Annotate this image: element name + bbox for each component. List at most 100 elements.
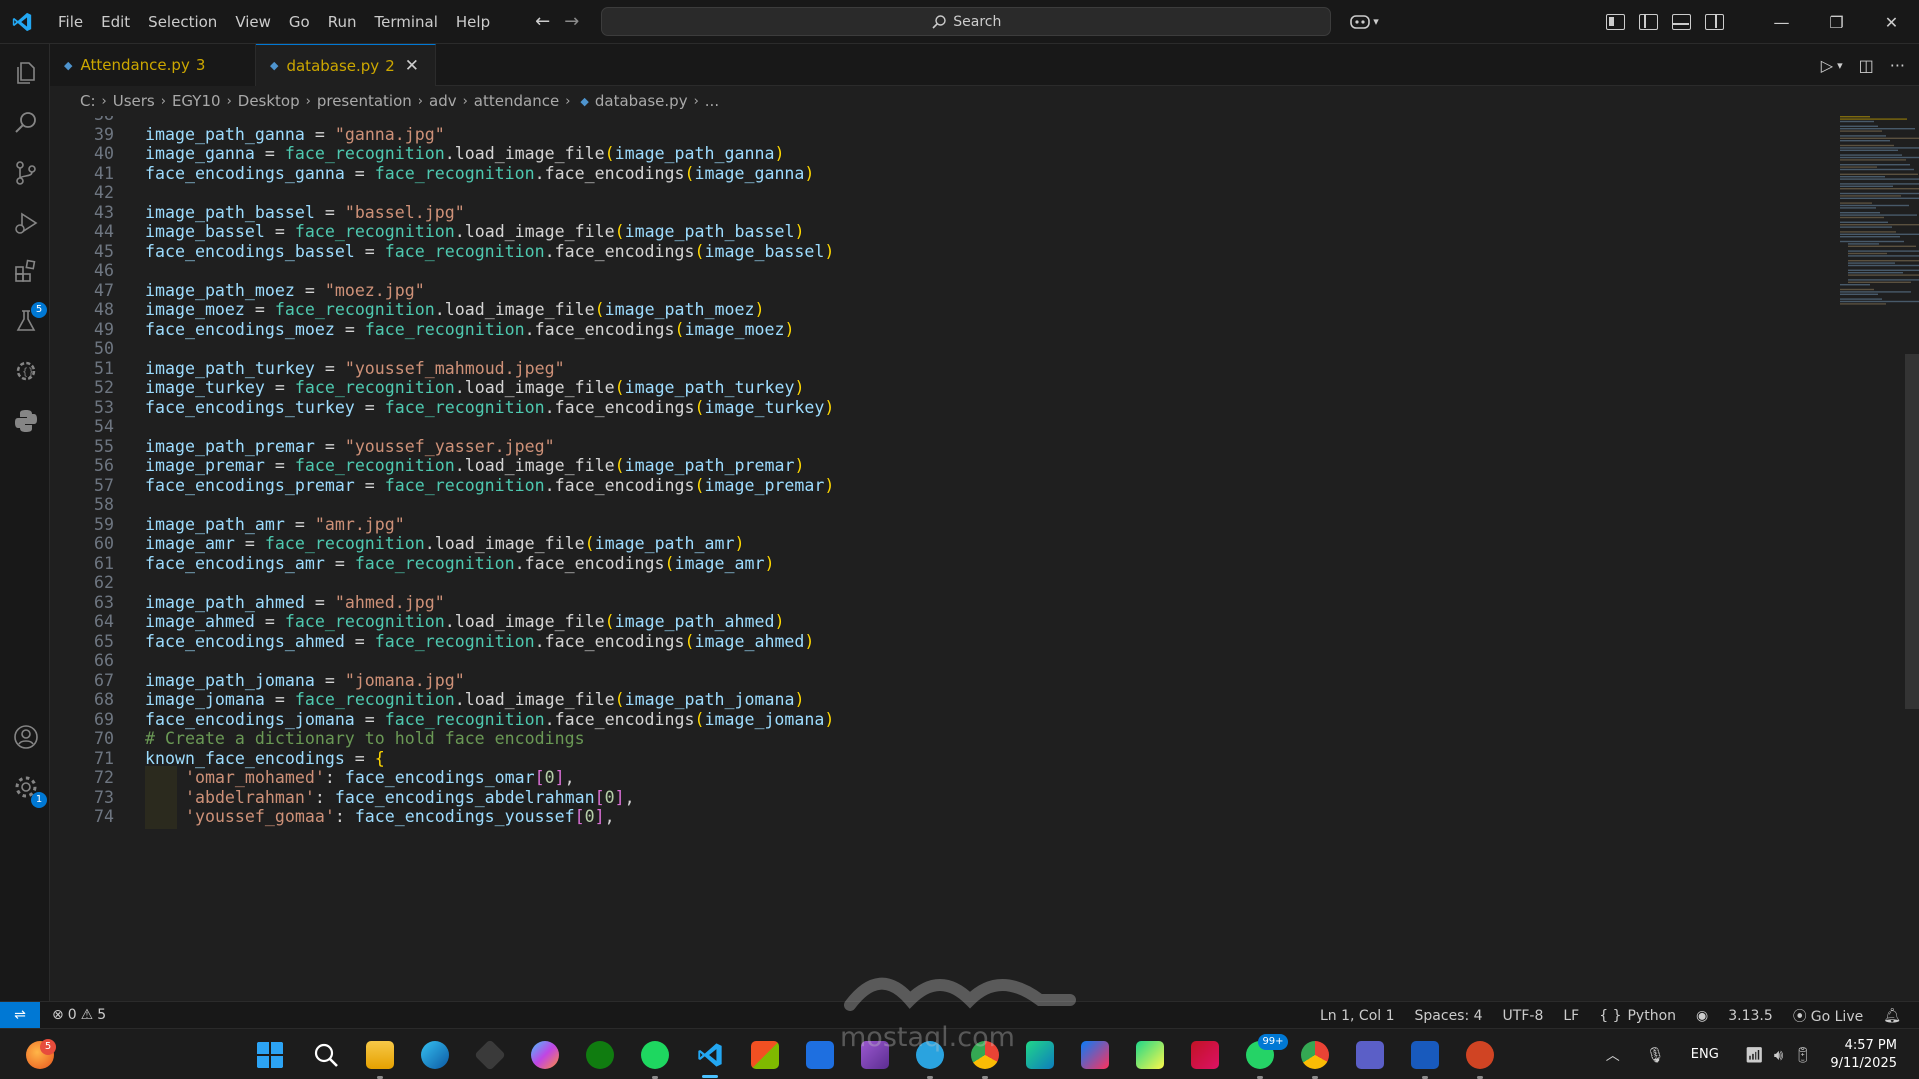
microphone-icon[interactable]: 🎙︎ [1646,1046,1665,1064]
toggle-secondary-sidebar-icon[interactable] [1705,14,1724,30]
python-file-icon: ◆ [270,59,279,72]
word-icon[interactable] [1411,1041,1439,1069]
forward-arrow-icon[interactable]: → [564,11,579,32]
breadcrumb-item[interactable]: C: [80,92,96,110]
run-and-debug-icon[interactable] [13,210,39,236]
back-arrow-icon[interactable]: ← [535,11,550,32]
chrome-icon[interactable] [971,1041,999,1069]
vscode-logo-icon[interactable] [11,11,33,33]
code-token: ] [614,787,625,807]
chevron-down-icon[interactable]: ▾ [1837,59,1843,72]
microsoft-store-icon[interactable] [751,1041,779,1069]
spotify-icon[interactable] [641,1041,669,1069]
split-editor-icon[interactable]: ◫ [1859,56,1874,75]
clion-icon[interactable] [1026,1041,1054,1069]
restore-icon[interactable]: ❐ [1809,13,1864,32]
menu-edit[interactable]: Edit [92,0,139,44]
chrome-profile-icon[interactable] [1301,1041,1329,1069]
breadcrumb-item[interactable]: ... [705,92,719,110]
source-control-icon[interactable] [13,160,39,186]
toggle-panel-icon[interactable] [1672,14,1691,30]
breadcrumb-item[interactable]: attendance [474,92,559,110]
remote-indicator-icon[interactable]: ⇌ [0,1001,40,1029]
editor-scrollbar[interactable] [1905,116,1919,1001]
xbox-icon[interactable] [586,1041,614,1069]
breadcrumb-item[interactable]: Users [113,92,155,110]
intellij-icon[interactable] [1081,1041,1109,1069]
run-python-file-icon[interactable]: ▷ [1821,56,1833,75]
end-of-line[interactable]: LF [1563,1008,1579,1024]
rider-icon[interactable] [1191,1041,1219,1069]
clock[interactable]: 4:57 PM 9/11/2025 [1830,1037,1897,1073]
azure-icon[interactable] [806,1041,834,1069]
tab-attendance-py[interactable]: ◆ Attendance.py 3 [50,44,256,86]
breadcrumb-item[interactable]: presentation [317,92,412,110]
windows-start-icon[interactable] [256,1041,284,1069]
breadcrumb-item[interactable]: Desktop [238,92,300,110]
minimap-line [1840,291,1911,293]
toggle-primary-sidebar-icon[interactable] [1639,14,1658,30]
remote-explorer-icon[interactable]: {} [13,358,39,384]
tab-close-icon[interactable]: ✕ [405,56,419,76]
customize-layout-icon[interactable] [1606,14,1625,30]
code-line[interactable]: 74 'youssef_gomaa': face_encodings_youss… [50,805,1790,829]
input-language[interactable]: ENG [1691,1047,1719,1062]
cursor-position[interactable]: Ln 1, Col 1 [1320,1008,1395,1024]
title-bar: File Edit Selection View Go Run Terminal… [0,0,1919,44]
telegram-icon[interactable] [916,1041,944,1069]
volume-icon[interactable]: 🔊︎ [1774,1046,1783,1064]
edge-browser-icon[interactable] [421,1041,449,1069]
powerpoint-icon[interactable] [1466,1041,1494,1069]
menu-view[interactable]: View [226,0,280,44]
file-explorer-icon[interactable] [366,1041,394,1069]
menu-terminal[interactable]: Terminal [366,0,447,44]
copilot-app-icon[interactable] [531,1041,559,1069]
dev-tool-icon[interactable] [474,1039,506,1071]
battery-icon[interactable]: 🔋︎ [1793,1046,1812,1064]
go-live-button[interactable]: ⦿ Go Live [1793,1006,1863,1026]
tab-problem-count: 2 [385,56,395,75]
teams-icon[interactable] [1356,1041,1384,1069]
menu-go[interactable]: Go [280,0,319,44]
minimap-line [1840,159,1906,161]
code-token: = [244,300,275,319]
taskbar-search-icon[interactable] [312,1041,340,1069]
command-center-search[interactable]: Search [601,7,1332,36]
python-icon[interactable] [13,408,39,434]
minimize-icon[interactable]: — [1754,13,1809,32]
testing-icon[interactable] [13,308,39,334]
pycharm-icon[interactable] [1136,1041,1164,1069]
menu-help[interactable]: Help [447,0,499,44]
explorer-icon[interactable] [13,60,39,86]
code-editor[interactable]: 3839image_path_ganna = "ganna.jpg"40imag… [50,116,1919,1001]
extensions-icon[interactable] [13,258,39,284]
menu-run[interactable]: Run [319,0,366,44]
vscode-taskbar-icon[interactable] [696,1041,724,1069]
scroll-thumb[interactable] [1905,354,1919,709]
indentation[interactable]: Spaces: 4 [1415,1008,1483,1024]
visual-studio-icon[interactable] [861,1041,889,1069]
show-hidden-icons-chevron-up-icon[interactable]: ︿ [1606,1045,1620,1065]
language-mode[interactable]: { } Python [1599,1008,1676,1024]
tab-database-py[interactable]: ◆ database.py 2 ✕ [256,44,436,86]
code-token: ) [764,553,775,573]
python-interpreter[interactable]: 3.13.5 [1728,1008,1773,1024]
breadcrumb-item[interactable]: adv [429,92,457,110]
menu-selection[interactable]: Selection [139,0,226,44]
copilot-status-icon[interactable]: ◉ [1696,1008,1708,1024]
breadcrumb-item[interactable]: database.py [595,92,688,110]
menu-file[interactable]: File [49,0,92,44]
code-token: face_recognition [374,631,535,651]
accounts-icon[interactable] [13,724,39,750]
breadcrumb-item[interactable]: EGY10 [172,92,221,110]
wifi-icon[interactable]: 📶︎ [1745,1046,1764,1064]
search-icon[interactable] [13,110,39,136]
close-window-icon[interactable]: ✕ [1864,13,1919,32]
file-encoding[interactable]: UTF-8 [1503,1008,1544,1024]
notifications-bell-icon[interactable]: 🔔︎ [1883,1008,1901,1024]
code-token: ( [584,534,595,553]
more-actions-icon[interactable]: ··· [1890,56,1905,75]
minimap-line [1840,226,1892,228]
copilot-menu[interactable]: ▾ [1349,13,1379,31]
problems-indicator[interactable]: ⊗ 0 ⚠ 5 [52,1007,106,1023]
